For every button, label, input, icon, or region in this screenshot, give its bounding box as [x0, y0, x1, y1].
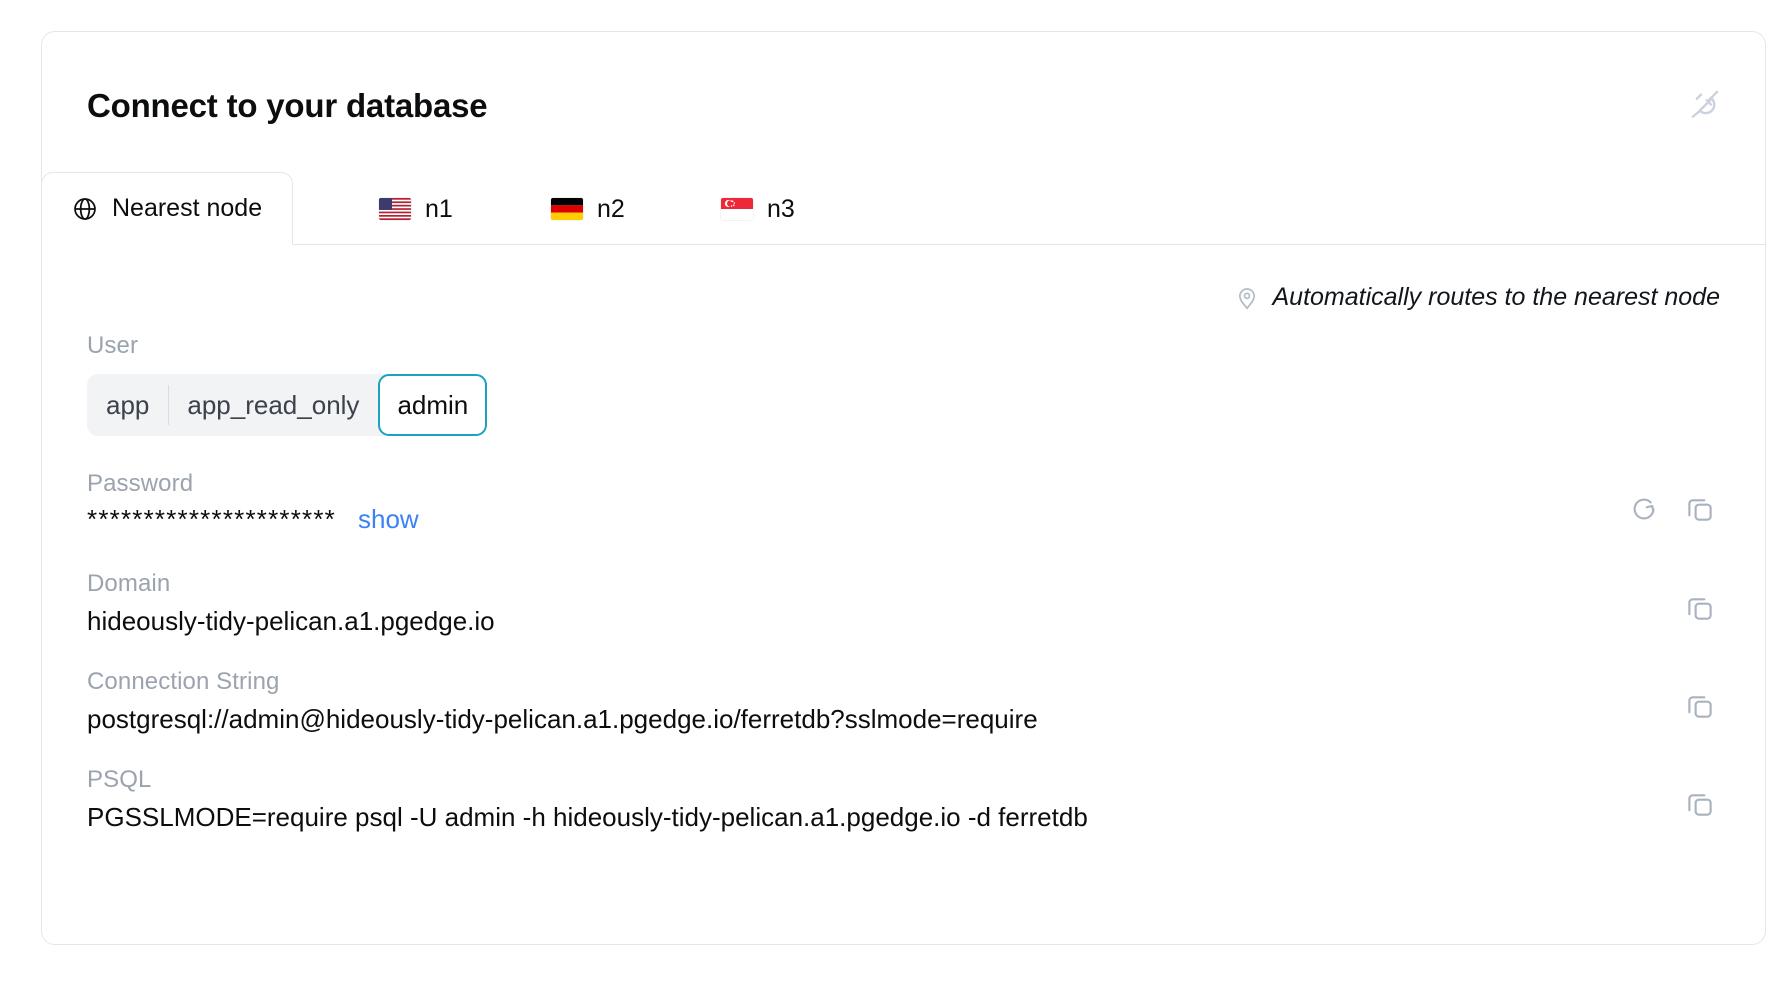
password-masked-value: **********************: [87, 504, 336, 534]
field-domain: Domain hideously-tidy-pelican.a1.pgedge.…: [87, 570, 495, 637]
map-pin-icon: [1234, 285, 1260, 311]
tab-nearest-node[interactable]: Nearest node: [41, 172, 294, 245]
card-header: Connect to your database: [42, 32, 1765, 173]
field-user: User app app_read_only admin: [87, 332, 488, 436]
flag-sg-icon: [721, 198, 753, 220]
tab-n2[interactable]: n2: [521, 173, 655, 245]
nearest-node-note: Automatically routes to the nearest node: [1234, 283, 1721, 312]
psql-value: PGSSLMODE=require psql -U admin -h hideo…: [87, 802, 1088, 832]
tab-label-n2: n2: [597, 194, 625, 223]
user-option-app[interactable]: app: [87, 374, 168, 436]
user-segmented-control: app app_read_only admin: [87, 374, 488, 436]
tab-label-n1: n1: [425, 194, 453, 223]
tab-n3[interactable]: n3: [691, 173, 825, 245]
field-label-psql: PSQL: [87, 766, 152, 793]
tab-label-n3: n3: [767, 194, 795, 223]
domain-value: hideously-tidy-pelican.a1.pgedge.io: [87, 606, 495, 636]
user-option-admin[interactable]: admin: [378, 374, 488, 436]
psql-copy-icon[interactable]: [1680, 784, 1720, 824]
connect-database-page: Connect to your database Nearest node n1…: [0, 0, 1766, 994]
nearest-node-note-text: Automatically routes to the nearest node: [1272, 283, 1721, 311]
field-psql: PSQL PGSSLMODE=require psql -U admin -h …: [87, 766, 1088, 833]
page-title: Connect to your database: [87, 87, 488, 124]
password-copy-icon[interactable]: [1680, 489, 1720, 529]
field-label-connection-string: Connection String: [87, 668, 280, 695]
domain-copy-icon[interactable]: [1680, 588, 1720, 628]
node-tabs: Nearest node n1 n2 n3: [41, 172, 1766, 245]
password-show-link[interactable]: show: [358, 504, 419, 535]
plug-icon[interactable]: [1683, 82, 1727, 126]
field-label-domain: Domain: [87, 570, 171, 597]
connection-string-value: postgresql://admin@hideously-tidy-pelica…: [87, 704, 1038, 734]
field-label-password: Password: [87, 470, 194, 497]
field-connection-string: Connection String postgresql://admin@hid…: [87, 668, 1038, 735]
globe-icon: [72, 196, 98, 222]
flag-us-icon: [379, 198, 411, 220]
password-row: ********************** show: [87, 504, 419, 535]
user-option-app-read-only[interactable]: app_read_only: [168, 374, 378, 436]
flag-de-icon: [551, 198, 583, 220]
field-label-user: User: [87, 332, 139, 359]
field-password: Password ********************** show: [87, 470, 419, 535]
tab-label-nearest-node: Nearest node: [112, 194, 263, 222]
connection-string-copy-icon[interactable]: [1680, 686, 1720, 726]
password-refresh-icon[interactable]: [1624, 489, 1664, 529]
tabs-underline: [41, 244, 1766, 245]
tab-n1[interactable]: n1: [349, 173, 483, 245]
connect-database-card: Connect to your database Nearest node n1…: [41, 31, 1766, 945]
